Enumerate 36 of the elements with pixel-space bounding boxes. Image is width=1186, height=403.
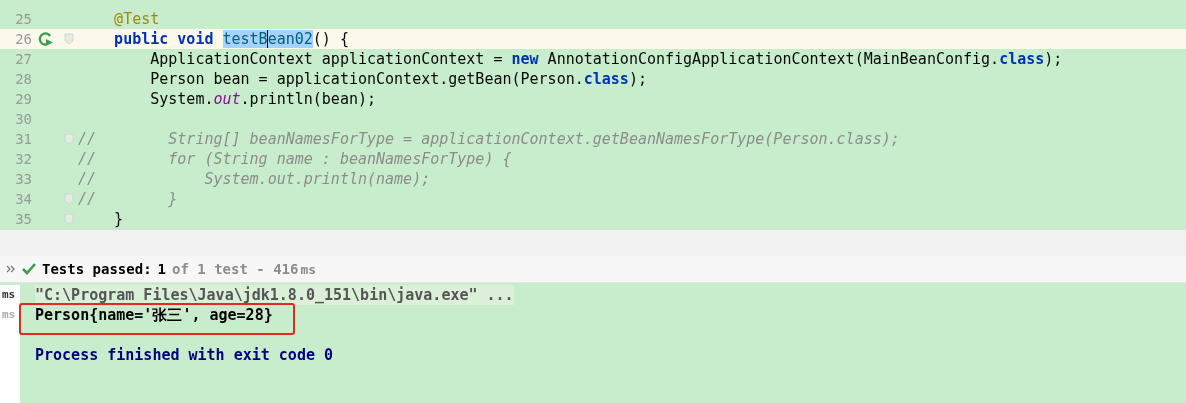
fold-marker-icon[interactable] (64, 33, 74, 45)
check-icon (22, 263, 36, 275)
line-number: 26 (14, 31, 32, 47)
fold-marker-icon[interactable] (64, 213, 74, 225)
double-chevron-icon[interactable] (6, 264, 16, 274)
status-label: Tests passed: (42, 261, 152, 277)
code-line: Person bean = applicationContext.getBean(Person.class); (149, 70, 647, 88)
code-line: } (113, 210, 124, 228)
line-number: 30 (14, 111, 32, 127)
code-line: System.out.println(bean); (149, 90, 377, 108)
code-line: // System.out.println(name); (78, 170, 431, 188)
line-number: 32 (14, 151, 32, 167)
console-line: "C:\Program Files\Java\jdk1.8.0_151\bin\java.exe" ... (35, 286, 514, 304)
line-number: 34 (14, 191, 32, 207)
fold-marker-icon[interactable] (64, 133, 74, 145)
passed-count: 1 (157, 261, 166, 277)
code-line: ApplicationContext applicationContext = new AnnotationConfigApplicationContext(MainBeanConfig.class); (149, 50, 1063, 68)
time-unit: ms (300, 261, 317, 277)
line-number: 27 (14, 51, 32, 67)
line-number: 28 (14, 71, 32, 87)
code-line: @Test (113, 10, 160, 28)
fold-marker-icon[interactable] (64, 193, 74, 205)
line-number: 31 (14, 131, 32, 147)
code-line: // String[] beanNamesForType = applicationContext.getBeanNamesForType(Person.class); (78, 130, 900, 148)
console-line: Process finished with exit code 0 (35, 346, 333, 364)
line-number: 29 (14, 91, 32, 107)
line-number: 33 (14, 171, 32, 187)
line-number: 25 (14, 11, 32, 27)
test-summary: of 1 test - 416 (172, 261, 299, 277)
console-line: Person{name='张三', age=28} (35, 305, 273, 325)
code-line: // for (String name : beanNamesForType) { (78, 150, 512, 168)
duration-label: ms (1, 307, 17, 323)
duration-label: ms (1, 287, 17, 303)
code-line: // } (78, 190, 178, 208)
run-test-icon[interactable] (38, 31, 54, 47)
line-number: 35 (14, 211, 32, 227)
